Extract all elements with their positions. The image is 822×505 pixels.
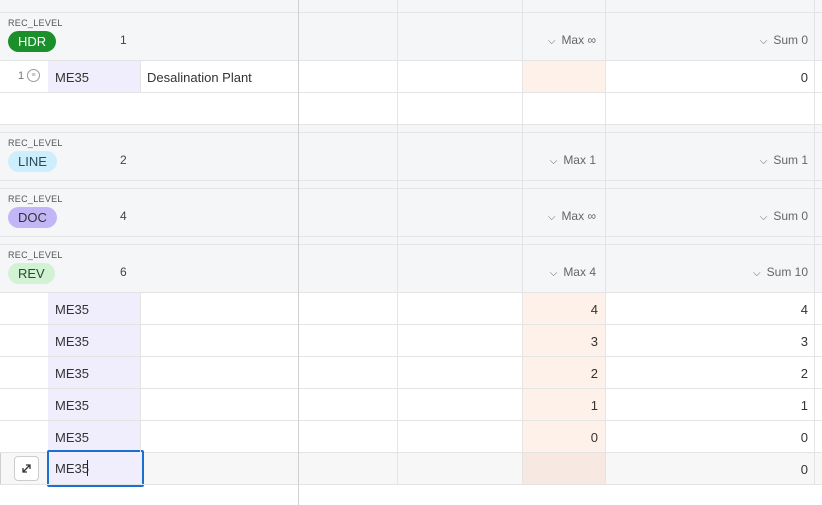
- group-header-line[interactable]: REC_LEVEL LINE 2 ⌵ Max 1 ⌵ Sum 1: [0, 133, 822, 180]
- record-id-cell[interactable]: ME35: [55, 302, 89, 317]
- max-aggregate[interactable]: ⌵ Max 4: [550, 265, 596, 279]
- description-cell[interactable]: Desalination Plant: [147, 70, 252, 85]
- tag-hdr: HDR: [8, 31, 57, 52]
- max-cell[interactable]: 1: [591, 398, 598, 413]
- sum-cell[interactable]: 0: [801, 462, 808, 477]
- chevron-down-icon: ⌵: [759, 36, 768, 47]
- table-row[interactable]: 1 ≡ ME35 Desalination Plant 0: [0, 61, 822, 92]
- tag-doc: DOC: [8, 207, 57, 228]
- sum-aggregate[interactable]: ⌵ Sum 10: [753, 265, 808, 279]
- chevron-down-icon: ⌵: [753, 268, 761, 279]
- group-level-label: REC_LEVEL: [8, 194, 63, 204]
- table-row-editing[interactable]: ME35 0: [0, 450, 822, 487]
- sum-cell[interactable]: 2: [801, 366, 808, 381]
- group-count: 2: [120, 153, 127, 167]
- max-cell[interactable]: 3: [591, 334, 598, 349]
- expand-icon: [22, 464, 31, 473]
- max-cell[interactable]: 0: [591, 430, 598, 445]
- group-header-hdr[interactable]: REC_LEVEL HDR 1 ⌵ Max ∞ ⌵ Sum 0: [0, 13, 822, 60]
- sum-aggregate[interactable]: ⌵ Sum 0: [760, 209, 808, 223]
- max-aggregate[interactable]: ⌵ Max ∞: [548, 33, 596, 47]
- max-cell[interactable]: 2: [591, 366, 598, 381]
- table-row[interactable]: ME35 2 2: [0, 357, 822, 388]
- group-count: 4: [120, 209, 127, 223]
- sum-cell[interactable]: 0: [801, 70, 808, 85]
- group-header-rev[interactable]: REC_LEVEL REV 6 ⌵ Max 4 ⌵ Sum 10: [0, 245, 822, 292]
- record-id-cell[interactable]: ME35: [55, 430, 89, 445]
- max-aggregate[interactable]: ⌵ Max 1: [550, 153, 596, 167]
- chevron-down-icon: ⌵: [549, 268, 558, 279]
- chevron-down-icon: ⌵: [759, 212, 768, 223]
- record-id-value: ME35: [55, 461, 89, 476]
- comment-icon[interactable]: ≡: [27, 69, 40, 82]
- record-id-cell[interactable]: ME35: [55, 70, 89, 85]
- sum-cell[interactable]: 0: [801, 430, 808, 445]
- record-id-cell[interactable]: ME35: [55, 366, 89, 381]
- tag-line: LINE: [8, 151, 57, 172]
- record-id-cell[interactable]: ME35: [55, 398, 89, 413]
- record-id-cell[interactable]: ME35: [55, 334, 89, 349]
- table-row[interactable]: ME35 4 4: [0, 293, 822, 324]
- max-cell[interactable]: 4: [591, 302, 598, 317]
- max-aggregate[interactable]: ⌵ Max ∞: [548, 209, 596, 223]
- group-level-label: REC_LEVEL: [8, 138, 63, 148]
- max-cell[interactable]: [523, 61, 605, 92]
- text-cursor: [87, 460, 88, 476]
- row-number: 1: [18, 70, 25, 82]
- group-count: 1: [120, 33, 127, 47]
- chevron-down-icon: ⌵: [547, 212, 556, 223]
- sum-cell[interactable]: 1: [801, 398, 808, 413]
- table-row[interactable]: ME35 3 3: [0, 325, 822, 356]
- record-id-input[interactable]: ME35: [47, 450, 144, 487]
- chevron-down-icon: ⌵: [547, 36, 556, 47]
- expand-row-button[interactable]: [14, 456, 39, 481]
- tag-rev: REV: [8, 263, 55, 284]
- table-row[interactable]: ME35 0 0: [0, 421, 822, 452]
- group-level-label: REC_LEVEL: [8, 250, 63, 260]
- group-header-doc[interactable]: REC_LEVEL DOC 4 ⌵ Max ∞ ⌵ Sum 0: [0, 189, 822, 236]
- sum-cell[interactable]: 4: [801, 302, 808, 317]
- chevron-down-icon: ⌵: [759, 156, 768, 167]
- group-count: 6: [120, 265, 127, 279]
- sum-cell[interactable]: 3: [801, 334, 808, 349]
- sum-aggregate[interactable]: ⌵ Sum 0: [760, 33, 808, 47]
- group-level-label: REC_LEVEL: [8, 18, 63, 28]
- table-row[interactable]: ME35 1 1: [0, 389, 822, 420]
- chevron-down-icon: ⌵: [549, 156, 558, 167]
- sum-aggregate[interactable]: ⌵ Sum 1: [760, 153, 808, 167]
